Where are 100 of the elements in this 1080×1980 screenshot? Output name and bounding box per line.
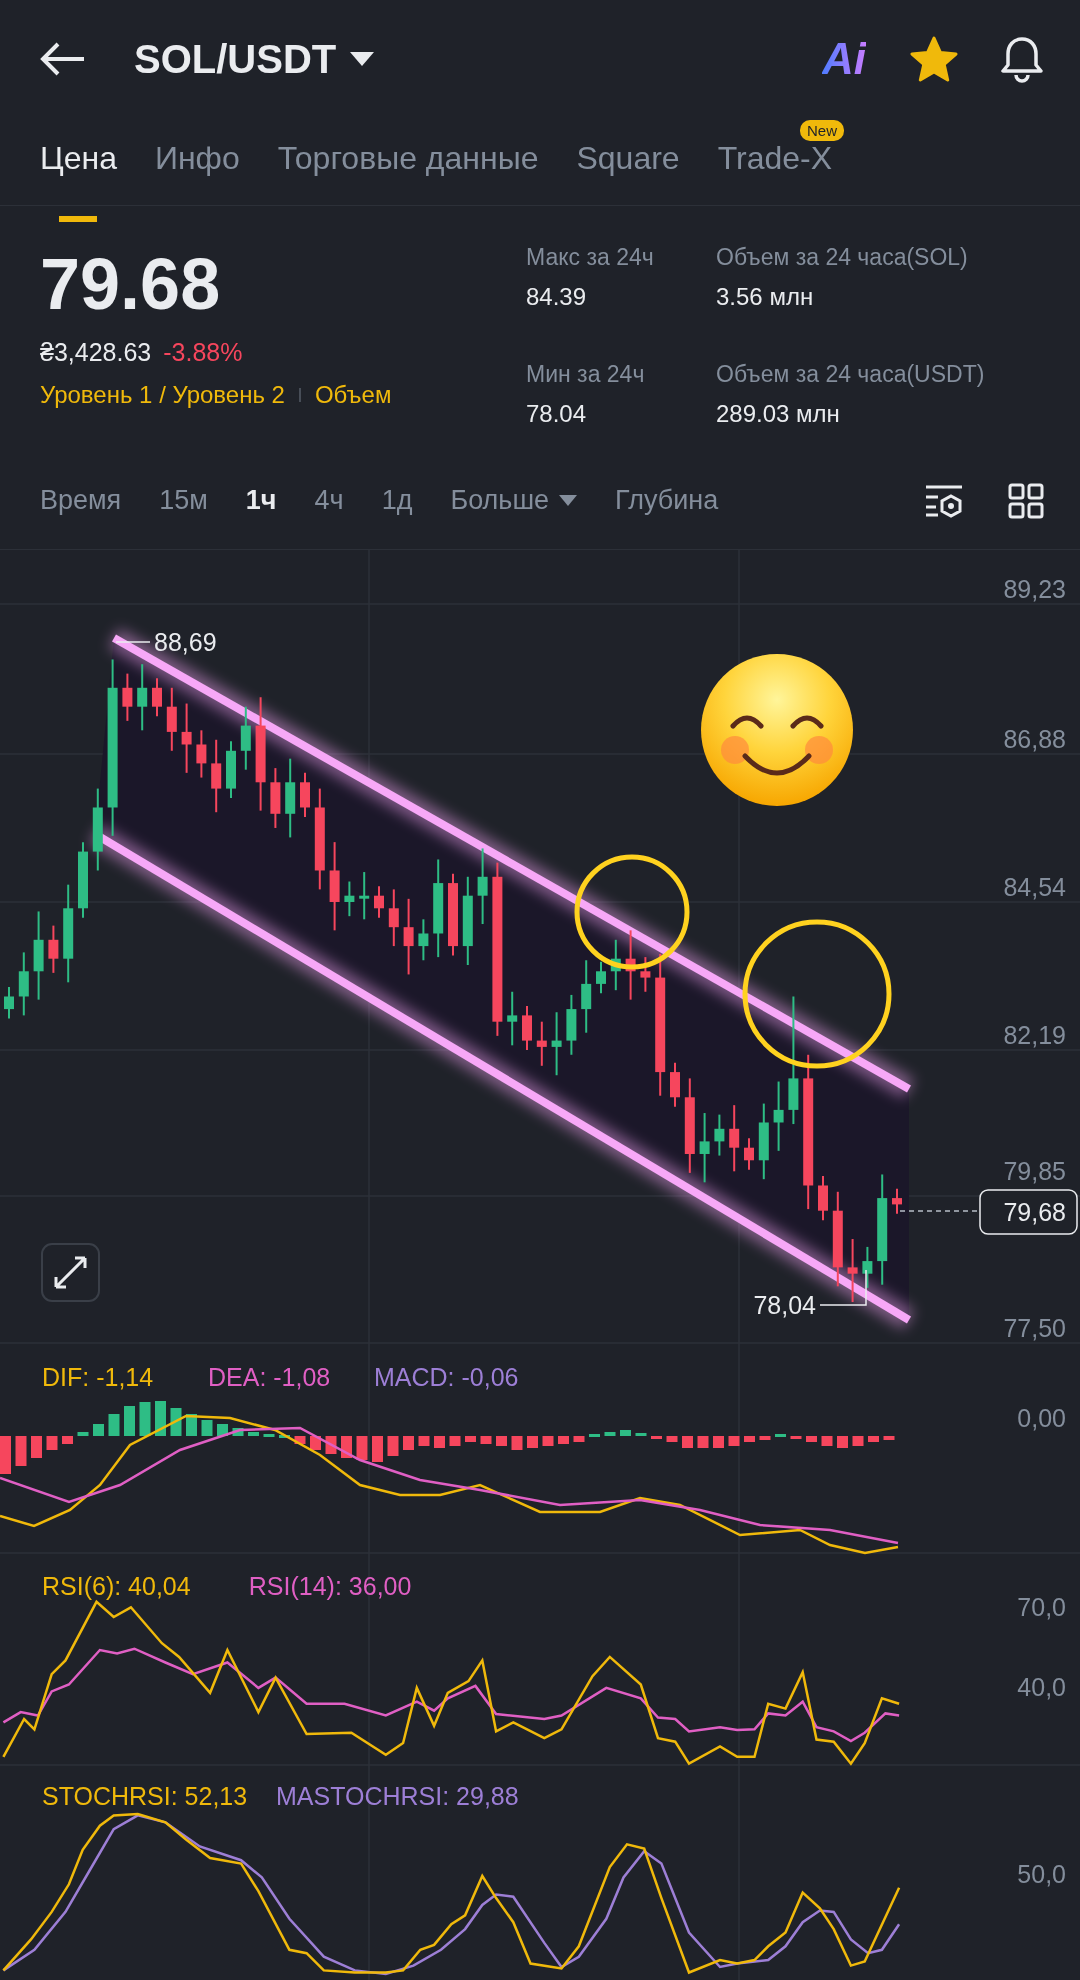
histogram-bar	[527, 1436, 538, 1448]
price-axis-label: 86,88	[1003, 725, 1066, 753]
stat-value: 78.04	[526, 400, 588, 428]
rsi-axis-label: 70,0	[1017, 1593, 1066, 1621]
histogram-bar	[310, 1436, 321, 1450]
caret-icon[interactable]	[350, 52, 375, 66]
expand-button[interactable]	[41, 1243, 100, 1302]
candle	[522, 1004, 532, 1052]
indicator-value: DIF: -1,14	[42, 1363, 154, 1391]
candle	[152, 677, 162, 718]
candle	[847, 1238, 858, 1304]
candle	[18, 951, 29, 1017]
stat-value: 84.39	[526, 283, 588, 311]
link[interactable]: Объем	[314, 381, 392, 409]
tab[interactable]: Инфо	[154, 134, 240, 222]
indicator-value: STOCHRSI: 52,13	[42, 1782, 248, 1810]
last-price-tag: 79,68	[979, 1189, 1078, 1235]
tab[interactable]: Цена	[40, 134, 117, 222]
histogram-bar	[511, 1436, 523, 1450]
histogram-bar	[0, 1436, 11, 1474]
indicator-value: DEA: -1,08	[208, 1363, 331, 1391]
candle	[818, 1175, 828, 1222]
candle	[625, 929, 636, 1001]
histogram-bar	[573, 1436, 585, 1442]
histogram-bar	[403, 1436, 414, 1450]
candle	[4, 986, 14, 1020]
histogram-bar	[232, 1428, 244, 1436]
histogram-bar	[558, 1436, 569, 1444]
histogram-bar	[341, 1436, 352, 1458]
candle	[240, 705, 251, 771]
indicator-value: MACD: -0,06	[374, 1363, 519, 1391]
star-icon[interactable]	[910, 36, 958, 82]
tab[interactable]: Торговые данные	[277, 134, 539, 222]
candle	[744, 1137, 754, 1171]
histogram-bar	[279, 1435, 290, 1438]
histogram-bar	[837, 1436, 848, 1448]
histogram-bar	[139, 1402, 151, 1436]
candle	[166, 686, 177, 752]
candle	[507, 990, 518, 1047]
candle	[566, 993, 577, 1056]
low-price-label: 78,04	[753, 1291, 816, 1319]
histogram-bar	[155, 1401, 166, 1436]
price-axis-label: 89,23	[1003, 575, 1066, 603]
candle	[670, 1061, 680, 1108]
histogram-bar	[821, 1436, 833, 1446]
histogram-bar	[15, 1436, 27, 1466]
interval-tab[interactable]: 15м	[159, 485, 208, 516]
interval-tab[interactable]: 1ч	[245, 485, 277, 516]
stat-label: Макс за 24ч	[526, 244, 655, 271]
candle	[551, 1011, 562, 1077]
indicator-value: MASTOCHRSI: 29,88	[276, 1782, 519, 1810]
candle	[196, 729, 207, 779]
candle	[862, 1245, 873, 1289]
candle	[48, 924, 59, 974]
histogram-bar	[775, 1434, 786, 1437]
caret-icon	[559, 495, 578, 506]
bell-icon[interactable]	[1000, 35, 1044, 83]
histogram-bar	[124, 1406, 135, 1436]
interval-tab[interactable]: Время	[40, 485, 122, 516]
candle	[300, 771, 310, 818]
histogram-bar	[356, 1436, 368, 1460]
back-icon[interactable]	[40, 41, 86, 77]
candle	[122, 672, 133, 722]
candle	[418, 918, 429, 962]
interval-tab[interactable]: 4ч	[314, 485, 344, 516]
leader-line	[115, 641, 151, 643]
histogram-bar	[604, 1432, 616, 1436]
link[interactable]: Уровень 1 / Уровень 2	[40, 381, 285, 409]
indicator-value: RSI(6): 40,04	[42, 1572, 191, 1600]
candle	[137, 663, 148, 732]
histogram-bar	[852, 1436, 864, 1446]
grid-icon[interactable]	[1008, 482, 1044, 519]
histogram-bar	[170, 1408, 182, 1436]
interval-tab[interactable]: Глубина	[615, 485, 719, 516]
tab[interactable]: Square	[576, 134, 680, 222]
interval-tab[interactable]: 1д	[381, 485, 413, 516]
candle	[892, 1187, 902, 1215]
candle	[226, 740, 236, 800]
histogram-bar	[434, 1436, 445, 1448]
last-price: 79.68	[40, 244, 222, 324]
histogram-bar	[418, 1436, 430, 1446]
histogram-bar	[806, 1436, 817, 1442]
price-change: -3.88%	[163, 338, 243, 367]
histogram-bar	[713, 1436, 724, 1448]
histogram-bar	[294, 1436, 306, 1444]
candle	[388, 888, 399, 948]
stat-label: Объем за 24 часа(USDT)	[716, 361, 985, 388]
histogram-bar	[387, 1436, 399, 1456]
histogram-bar	[682, 1436, 693, 1448]
price-axis-label: 82,19	[1003, 1021, 1066, 1049]
high-price-label: 88,69	[154, 628, 217, 656]
histogram-bar	[465, 1436, 476, 1442]
candle	[359, 871, 370, 921]
pair-title[interactable]: SOL/USDT	[134, 36, 337, 82]
histogram-bar	[248, 1432, 259, 1436]
histogram-bar	[589, 1434, 600, 1437]
histogram-bar	[651, 1436, 662, 1439]
price-axis-label: 77,50	[1003, 1314, 1066, 1342]
candle	[181, 702, 192, 774]
interval-tab[interactable]: Больше	[450, 485, 578, 516]
